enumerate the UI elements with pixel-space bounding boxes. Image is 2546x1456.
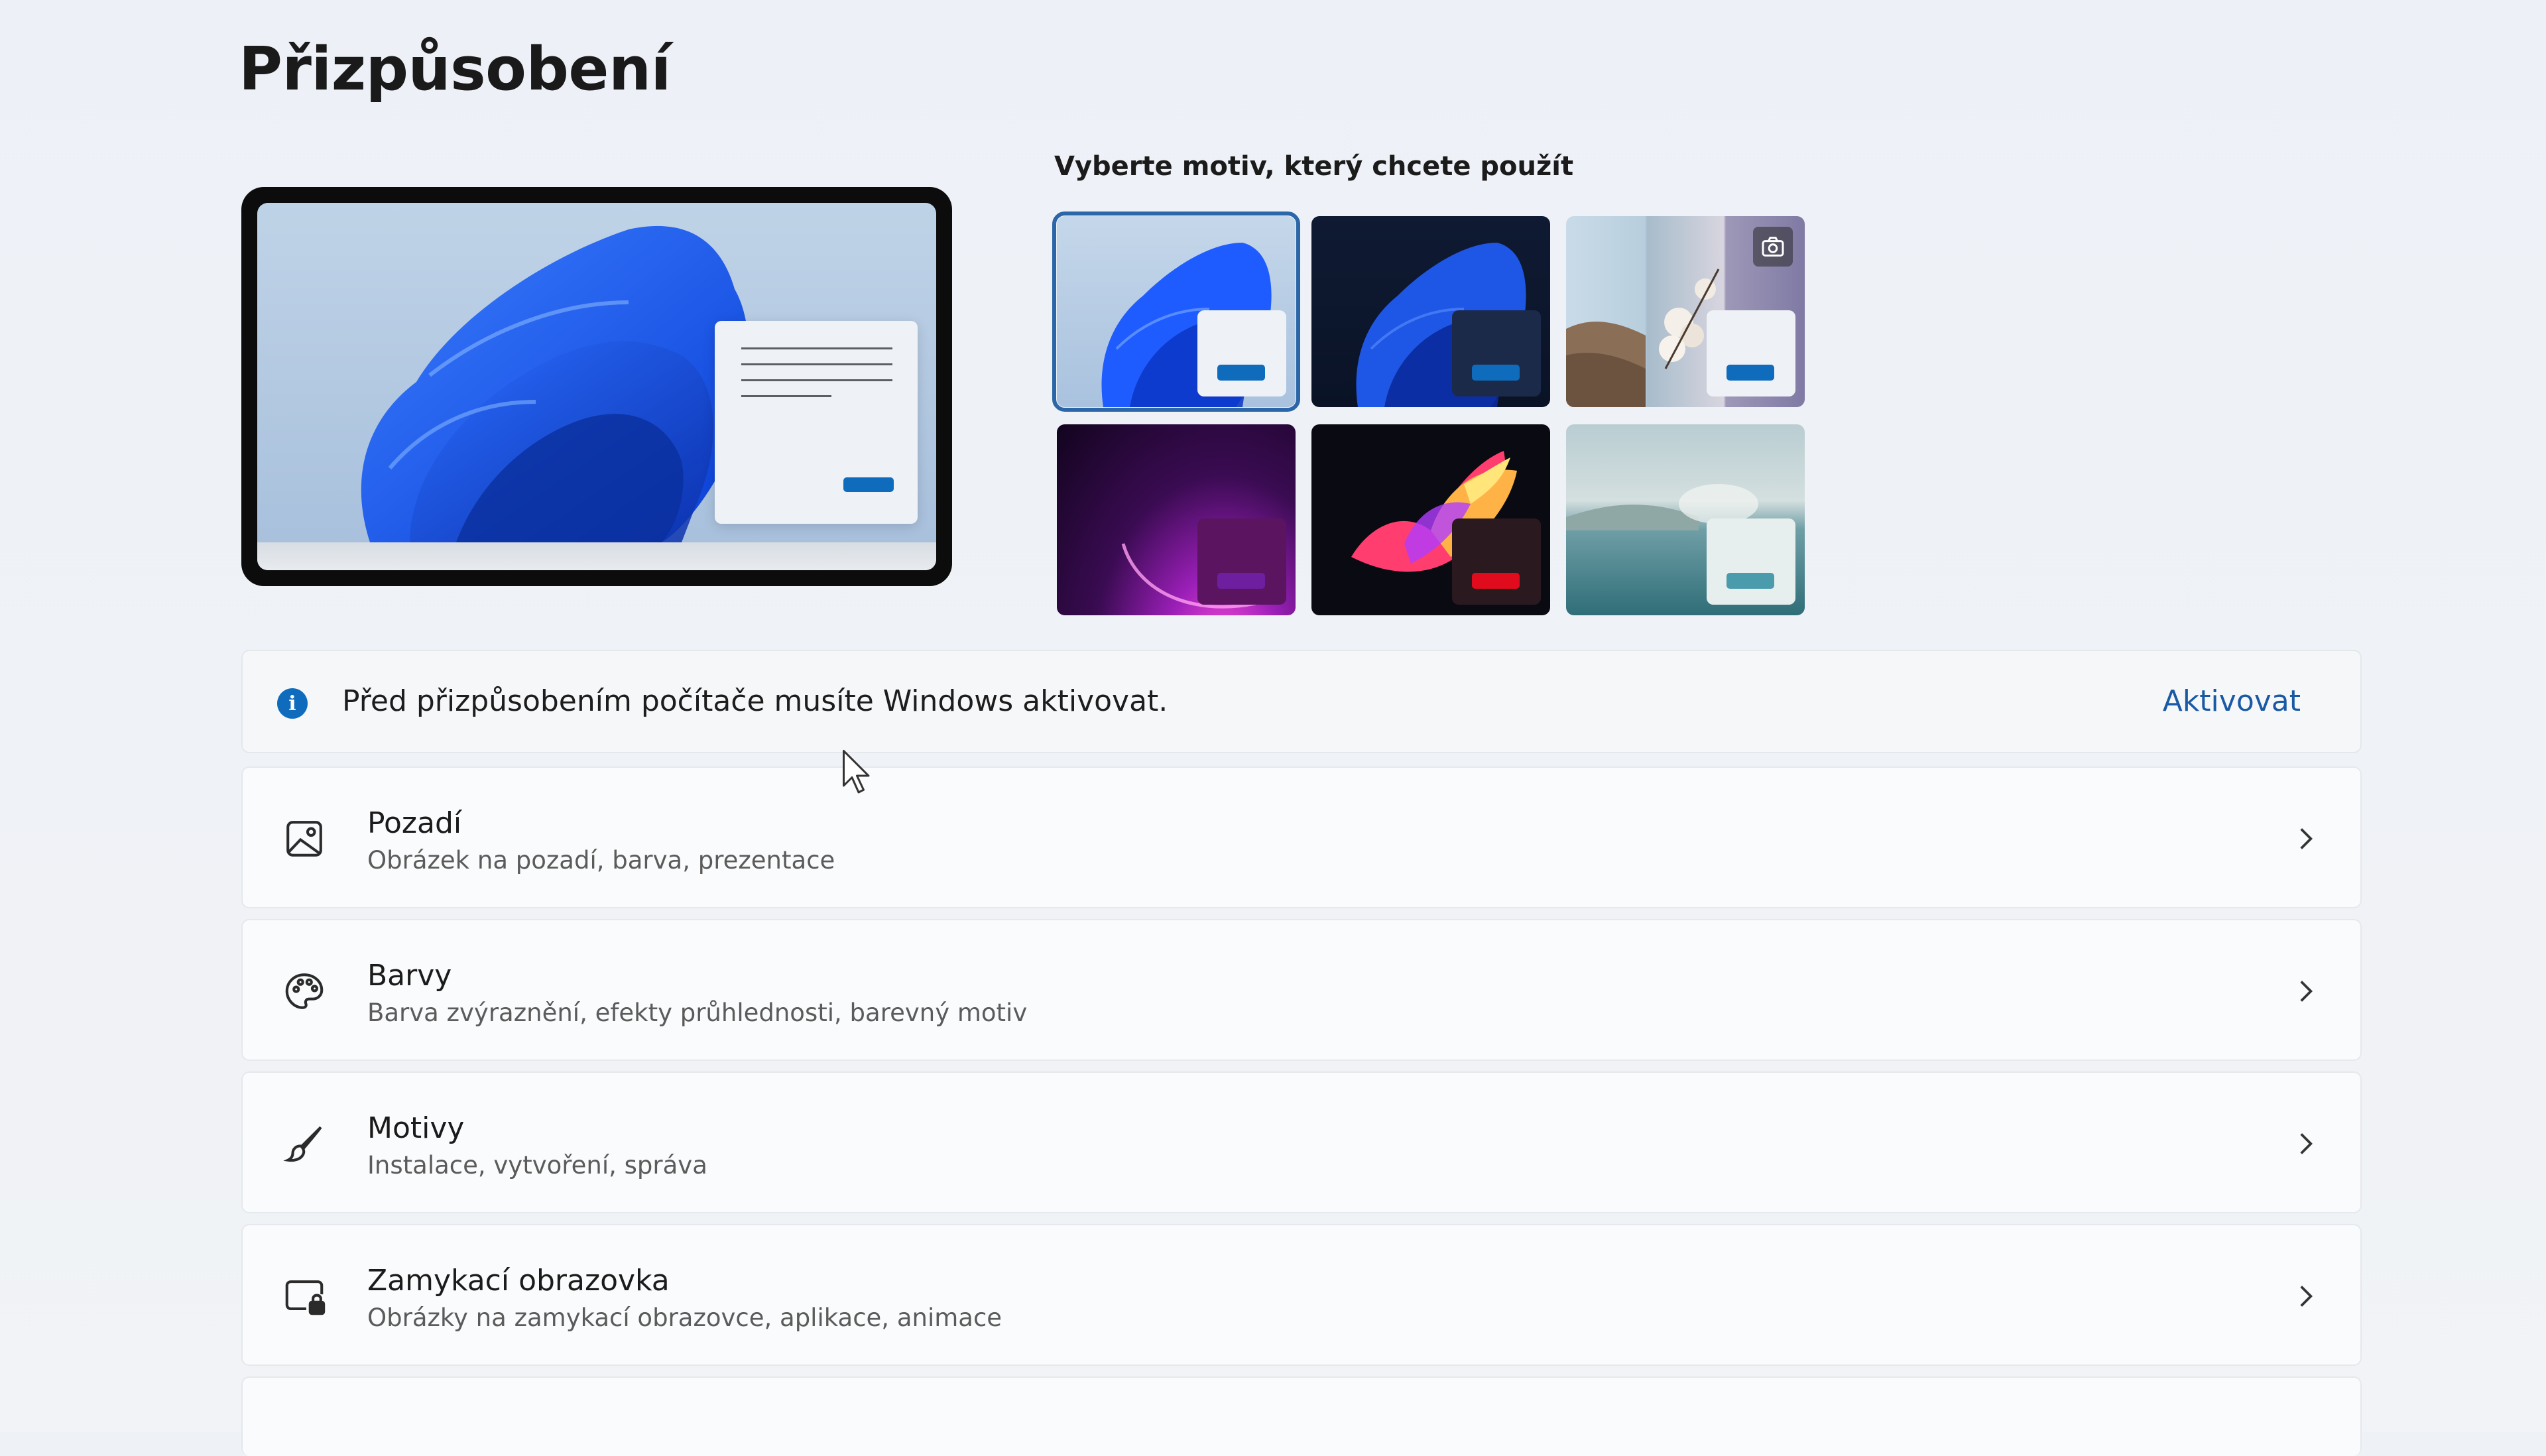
theme-tile-captured-motion[interactable]: [1566, 216, 1805, 407]
row-subtitle: Barva zvýraznění, efekty průhlednosti, b…: [367, 999, 1028, 1027]
chevron-right-icon: [2300, 981, 2313, 1002]
theme-tile-sunrise[interactable]: [1566, 424, 1805, 615]
lock-screen-icon: [285, 1280, 326, 1315]
theme-tile-windows-dark[interactable]: [1311, 216, 1550, 407]
row-title: Pozadí: [367, 806, 462, 840]
theme-tile-glow[interactable]: [1057, 424, 1296, 615]
settings-row-partial[interactable]: [241, 1376, 2362, 1456]
row-subtitle: Obrázky na zamykací obrazovce, aplikace,…: [367, 1304, 1002, 1332]
mouse-cursor-icon: [843, 750, 870, 794]
preview-taskbar: [257, 542, 936, 570]
page-title: Přizpůsobení: [239, 34, 671, 104]
theme-tile-windows-light[interactable]: [1052, 212, 1300, 412]
settings-row-lockscreen[interactable]: Zamykací obrazovka Obrázky na zamykací o…: [241, 1224, 2362, 1366]
theme-tile-flow[interactable]: [1311, 424, 1550, 615]
row-title: Zamykací obrazovka: [367, 1264, 670, 1298]
theme-mini-window: [1707, 518, 1795, 605]
themes-label: Vyberte motiv, který chcete použít: [1054, 151, 1574, 182]
brush-icon: [283, 1126, 322, 1162]
preview-screen: [257, 203, 936, 570]
palette-icon: [285, 973, 324, 1009]
theme-mini-window: [1197, 518, 1286, 605]
chevron-right-icon: [2300, 828, 2313, 849]
activation-message: Před přizpůsobením počítače musíte Windo…: [342, 684, 1168, 718]
activation-info-bar: i Před přizpůsobením počítače musíte Win…: [241, 650, 2362, 753]
camera-icon: [1753, 227, 1793, 267]
chevron-right-icon: [2300, 1286, 2313, 1307]
settings-row-background[interactable]: Pozadí Obrázek na pozadí, barva, prezent…: [241, 766, 2362, 908]
info-icon: i: [277, 688, 308, 719]
row-title: Barvy: [367, 959, 452, 993]
preview-window: [715, 321, 918, 524]
activate-link[interactable]: Aktivovat: [2163, 684, 2301, 718]
preview-accent-button: [843, 477, 894, 492]
settings-row-themes[interactable]: Motivy Instalace, vytvoření, správa: [241, 1071, 2362, 1213]
row-subtitle: Obrázek na pozadí, barva, prezentace: [367, 846, 835, 875]
theme-mini-window: [1452, 518, 1541, 605]
row-title: Motivy: [367, 1111, 465, 1145]
theme-mini-window: [1452, 310, 1541, 396]
image-icon: [286, 821, 322, 857]
chevron-right-icon: [2300, 1133, 2313, 1154]
settings-row-colors[interactable]: Barvy Barva zvýraznění, efekty průhledno…: [241, 919, 2362, 1061]
theme-mini-window: [1197, 310, 1286, 396]
row-subtitle: Instalace, vytvoření, správa: [367, 1151, 707, 1180]
theme-mini-window: [1707, 310, 1795, 396]
theme-preview: [241, 187, 952, 586]
